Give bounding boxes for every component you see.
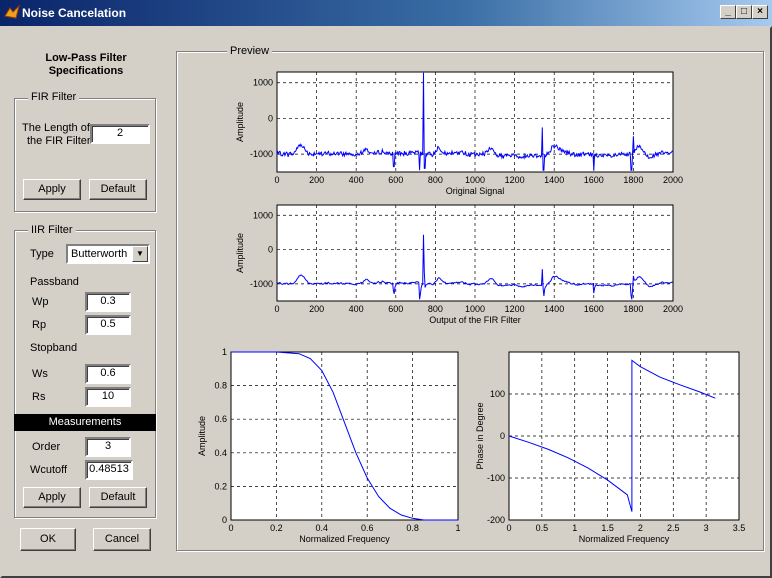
chart-1-xtick-label: 1600 (584, 175, 604, 185)
chart-1-xtick-label: 800 (428, 175, 443, 185)
chart-2-xtick-label: 2000 (663, 304, 683, 314)
chart-1-xtick-label: 0 (274, 175, 279, 185)
chart-1-ytick-label: -1000 (250, 149, 273, 159)
chart-4-ylabel: Phase in Degree (475, 402, 485, 469)
chart-4-xtick-label: 2 (638, 523, 643, 533)
chart-1-ylabel: Amplitude (235, 102, 245, 142)
chart-3-ytick-label: 0 (222, 515, 227, 525)
chart-3-ytick-label: 1 (222, 347, 227, 357)
chart-2-ylabel: Amplitude (235, 233, 245, 273)
chart-2-xtick-label: 0 (274, 304, 279, 314)
chart-2-ytick-label: -1000 (250, 279, 273, 289)
chart-1-xtick-label: 600 (388, 175, 403, 185)
chart-1-xtick-label: 1000 (465, 175, 485, 185)
chart-4-ytick-label: -100 (487, 473, 505, 483)
chart-2-xtick-label: 1200 (505, 304, 525, 314)
chart-1-xlabel: Original Signal (446, 186, 505, 196)
chart-2-xtick-label: 1000 (465, 304, 485, 314)
chart-2-xtick-label: 400 (349, 304, 364, 314)
chart-1-xtick-label: 1800 (623, 175, 643, 185)
chart-1-ytick-label: 0 (268, 113, 273, 123)
chart-3-ytick-label: 0.2 (214, 481, 227, 491)
chart-4-xtick-label: 1 (572, 523, 577, 533)
chart-4-xtick-label: 0 (506, 523, 511, 533)
chart-3-plot-area (230, 351, 459, 521)
chart-2-ytick-label: 0 (268, 245, 273, 255)
chart-2-xtick-label: 1400 (544, 304, 564, 314)
chart-3-xtick-label: 0.8 (406, 523, 419, 533)
chart-4-xtick-label: 3 (704, 523, 709, 533)
chart-2-xlabel: Output of the FIR Filter (429, 315, 521, 325)
chart-3-xtick-label: 0.2 (270, 523, 283, 533)
chart-4-xtick-label: 2.5 (667, 523, 680, 533)
chart-2-xtick-label: 800 (428, 304, 443, 314)
preview-charts: 0 200 400 600 800 1000 1200 1400 1600 1800 2000100… (197, 71, 746, 544)
chart-3-ylabel: Amplitude (197, 416, 207, 456)
chart-4-ytick-label: 100 (490, 389, 505, 399)
chart-2-xtick-label: 200 (309, 304, 324, 314)
chart-2-xtick-label: 1800 (623, 304, 643, 314)
chart-4-ytick-label: -200 (487, 515, 505, 525)
chart-1-xtick-label: 2000 (663, 175, 683, 185)
chart-1-ytick-label: 1000 (253, 78, 273, 88)
chart-4-xlabel: Normalized Frequency (579, 534, 670, 544)
chart-1-xtick-label: 1200 (505, 175, 525, 185)
chart-3-xtick-label: 0 (228, 523, 233, 533)
chart-4-ytick-label: 0 (500, 431, 505, 441)
chart-2-xtick-label: 1600 (584, 304, 604, 314)
chart-4-xtick-label: 3.5 (733, 523, 746, 533)
chart-3-ytick-label: 0.6 (214, 414, 227, 424)
chart-3-xtick-label: 0.4 (316, 523, 329, 533)
chart-3-ytick-label: 0.8 (214, 381, 227, 391)
chart-2-ytick-label: 1000 (253, 210, 273, 220)
chart-4-xtick-label: 0.5 (536, 523, 549, 533)
chart-4-xtick-label: 1.5 (601, 523, 614, 533)
chart-3-xlabel: Normalized Frequency (299, 534, 390, 544)
chart-1-xtick-label: 400 (349, 175, 364, 185)
chart-3-ytick-label: 0.4 (214, 448, 227, 458)
chart-1-xtick-label: 1400 (544, 175, 564, 185)
chart-2-xtick-label: 600 (388, 304, 403, 314)
chart-3-xtick-label: 0.6 (361, 523, 374, 533)
chart-1-xtick-label: 200 (309, 175, 324, 185)
chart-3-xtick-label: 1 (455, 523, 460, 533)
